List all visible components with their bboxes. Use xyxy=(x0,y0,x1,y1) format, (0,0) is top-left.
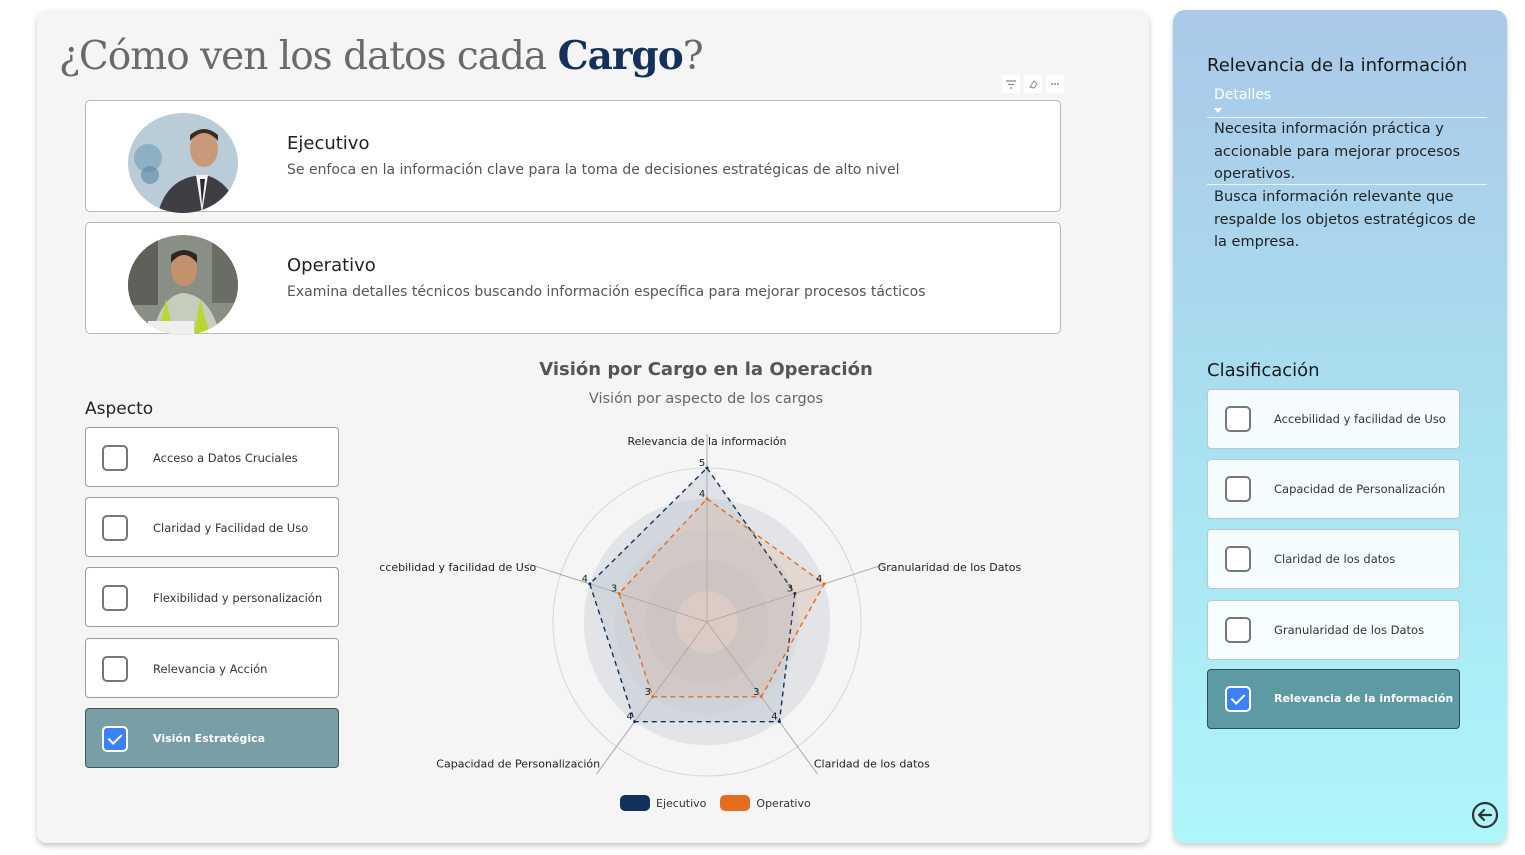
axis-label: Claridad de los datos xyxy=(814,757,930,770)
checkbox[interactable] xyxy=(102,656,128,682)
classification-item-accebilidad[interactable]: Accebilidad y facilidad de Uso xyxy=(1207,389,1460,449)
classification-item-label: Claridad de los datos xyxy=(1274,552,1396,566)
filter-icon[interactable] xyxy=(1002,75,1020,93)
axis-label: Relevancia de la información xyxy=(627,435,786,448)
aspect-item-acceso-datos[interactable]: Acceso a Datos Cruciales xyxy=(85,427,339,487)
data-point xyxy=(651,695,655,699)
classification-item-label: Granularidad de los Datos xyxy=(1274,623,1425,637)
checkbox[interactable] xyxy=(102,515,128,541)
executive-avatar xyxy=(128,113,238,213)
detail-title: Relevancia de la información xyxy=(1207,55,1468,76)
classification-title: Clasificación xyxy=(1207,360,1320,381)
data-label: 3 xyxy=(787,583,793,594)
aspect-slicer-title: Aspecto xyxy=(85,399,154,419)
detail-text-operativo: Necesita información práctica y accionab… xyxy=(1214,121,1461,182)
more-options-icon[interactable] xyxy=(1046,75,1064,93)
eraser-icon[interactable] xyxy=(1024,75,1042,93)
page-title: ¿Cómo ven los datos cada Cargo? xyxy=(59,33,704,89)
axis-label: Accebilidad y facilidad de Uso xyxy=(380,561,537,574)
checkbox-checked[interactable] xyxy=(102,726,128,752)
aspect-item-label: Claridad y Facilidad de Uso xyxy=(153,521,309,535)
aspect-item-label: Visión Estratégica xyxy=(153,732,266,745)
classification-item-granularidad[interactable]: Granularidad de los Datos xyxy=(1207,600,1460,660)
data-point xyxy=(617,591,621,595)
aspect-item-claridad[interactable]: Claridad y Facilidad de Uso xyxy=(85,497,339,557)
data-point xyxy=(588,582,592,586)
data-label: 4 xyxy=(582,574,588,585)
data-point xyxy=(822,582,826,586)
data-point xyxy=(705,466,709,470)
data-label: 4 xyxy=(816,574,822,585)
details-dropdown[interactable]: Detalles xyxy=(1214,87,1271,103)
data-point xyxy=(793,591,797,595)
operative-avatar xyxy=(128,235,238,335)
detail-text-ejecutivo: Busca información relevante que respalde… xyxy=(1214,189,1476,250)
title-prefix: ¿Cómo ven los datos cada xyxy=(59,34,547,79)
aspect-item-label: Acceso a Datos Cruciales xyxy=(153,451,298,465)
aspect-item-label: Relevancia y Acción xyxy=(153,662,268,676)
data-point xyxy=(777,720,781,724)
divider xyxy=(1207,184,1487,185)
data-point xyxy=(759,695,763,699)
checkbox[interactable] xyxy=(102,445,128,471)
data-point xyxy=(705,497,709,501)
aspect-item-vision-estrategica[interactable]: Visión Estratégica xyxy=(85,708,339,768)
title-suffix: ? xyxy=(682,34,704,79)
title-accent: Cargo xyxy=(557,33,684,79)
legend-label: Operativo xyxy=(756,796,811,810)
role-description: Se enfoca en la información clave para l… xyxy=(287,162,900,178)
aspect-item-relevancia[interactable]: Relevancia y Acción xyxy=(85,638,339,698)
legend-swatch xyxy=(720,795,751,811)
axis-label: Granularidad de los Datos xyxy=(878,561,1022,574)
role-description: Examina detalles técnicos buscando infor… xyxy=(287,284,926,300)
data-label: 3 xyxy=(611,583,617,594)
data-label: 4 xyxy=(626,712,632,723)
data-label: 5 xyxy=(699,458,705,469)
data-label: 3 xyxy=(645,687,651,698)
checkbox[interactable] xyxy=(1225,476,1251,502)
checkbox-checked[interactable] xyxy=(1225,686,1251,712)
data-label: 4 xyxy=(699,489,705,500)
role-name: Operativo xyxy=(287,255,376,276)
role-card-ejecutivo: Ejecutivo Se enfoca en la información cl… xyxy=(85,100,1061,213)
legend-label: Ejecutivo xyxy=(656,796,707,810)
legend-swatch xyxy=(620,795,650,811)
caret-down-icon[interactable] xyxy=(1214,108,1222,113)
classification-item-claridad[interactable]: Claridad de los datos xyxy=(1207,529,1460,589)
data-label: 3 xyxy=(753,687,759,698)
checkbox[interactable] xyxy=(102,585,128,611)
chart-legend: Ejecutivo Operativo xyxy=(620,795,825,811)
classification-item-personalizacion[interactable]: Capacidad de Personalización xyxy=(1207,459,1460,519)
legend-item-operativo[interactable]: Operativo xyxy=(720,795,811,811)
data-label: 4 xyxy=(771,712,777,723)
chart-title: Visión por Cargo en la Operación xyxy=(539,359,873,380)
axis-label: Capacidad de Personalización xyxy=(436,757,600,770)
aspect-item-flexibilidad[interactable]: Flexibilidad y personalización xyxy=(85,567,339,627)
classification-item-label: Accebilidad y facilidad de Uso xyxy=(1274,412,1446,426)
data-point xyxy=(633,720,637,724)
radar-chart: 5 3 4 4 4 4 4 3 3 3 Relevancia de la información Gr… xyxy=(380,434,1022,777)
role-name: Ejecutivo xyxy=(287,133,370,154)
aspect-item-label: Flexibilidad y personalización xyxy=(153,591,323,605)
checkbox[interactable] xyxy=(1225,546,1251,572)
checkbox[interactable] xyxy=(1225,617,1251,643)
back-arrow-icon[interactable] xyxy=(1471,801,1499,829)
legend-item-ejecutivo[interactable]: Ejecutivo xyxy=(620,795,706,811)
checkbox[interactable] xyxy=(1225,406,1251,432)
classification-item-label: Capacidad de Personalización xyxy=(1274,482,1446,496)
visual-header-tools xyxy=(1002,75,1064,93)
classification-item-relevancia[interactable]: Relevancia de la información xyxy=(1207,669,1460,729)
classification-item-label: Relevancia de la información xyxy=(1274,692,1454,705)
chart-subtitle: Visión por aspecto de los cargos xyxy=(588,391,824,407)
role-card-operativo: Operativo Examina detalles técnicos busc… xyxy=(85,222,1061,335)
